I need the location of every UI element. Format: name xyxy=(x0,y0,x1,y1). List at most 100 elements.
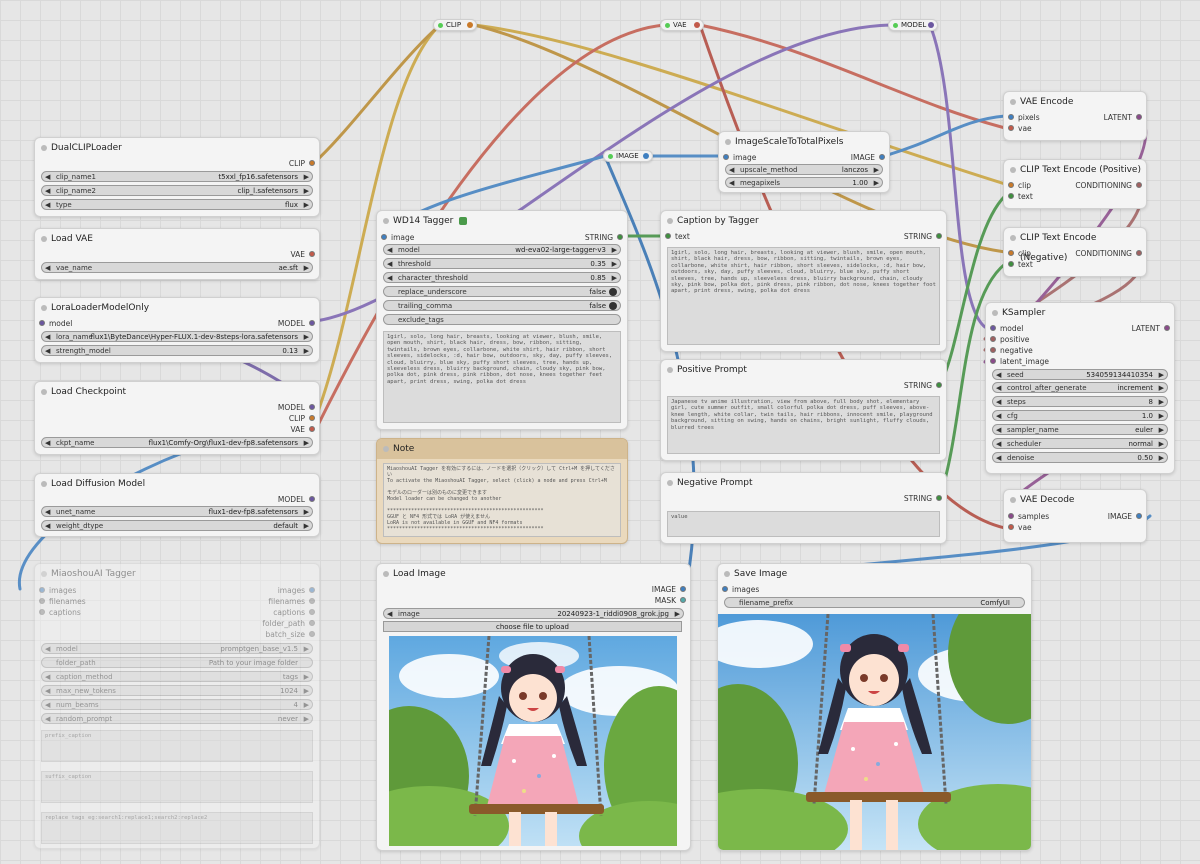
input-text[interactable]: text xyxy=(665,231,690,242)
collapse-dot-icon[interactable] xyxy=(383,571,389,577)
socket-icon[interactable] xyxy=(1008,513,1014,519)
node-title[interactable]: Load Checkpoint xyxy=(35,382,319,402)
node-title[interactable]: Load Image xyxy=(377,564,690,584)
socket-icon[interactable] xyxy=(990,347,996,353)
arrow-right-icon[interactable]: ▶ xyxy=(304,332,309,341)
widget-sampler-name[interactable]: ◀ sampler_name euler ▶ xyxy=(992,424,1168,435)
collapse-dot-icon[interactable] xyxy=(667,480,673,486)
socket-icon[interactable] xyxy=(309,415,315,421)
arrow-left-icon[interactable]: ◀ xyxy=(996,453,1001,462)
socket-icon[interactable] xyxy=(1008,182,1014,188)
replace-tags-textarea[interactable]: replace tags eg:search1:replace1;search2… xyxy=(41,812,313,844)
arrow-right-icon[interactable]: ▶ xyxy=(304,686,309,695)
socket-icon[interactable] xyxy=(1008,114,1014,120)
node-title[interactable]: KSampler xyxy=(986,303,1174,323)
arrow-left-icon[interactable]: ◀ xyxy=(387,245,392,254)
note-textarea[interactable]: MiaoshouAI Tagger を有効にするには、ノードを選択（クリック）し… xyxy=(383,463,621,537)
tagger-output-textarea[interactable]: 1girl, solo, long hair, breasts, looking… xyxy=(383,331,621,423)
output-latent[interactable]: LATENT xyxy=(1132,323,1170,334)
output-model[interactable]: MODEL xyxy=(278,402,315,413)
input-vae[interactable]: vae xyxy=(1008,522,1032,533)
arrow-left-icon[interactable]: ◀ xyxy=(45,200,50,209)
widget-folder-path[interactable]: folder_path Path to your image folder xyxy=(41,657,313,668)
socket-icon[interactable] xyxy=(936,382,942,388)
arrow-right-icon[interactable]: ▶ xyxy=(612,245,617,254)
arrow-left-icon[interactable]: ◀ xyxy=(387,259,392,268)
widget-filename-prefix[interactable]: filename_prefix ComfyUI xyxy=(724,597,1025,608)
input-pixels[interactable]: pixels xyxy=(1008,112,1040,123)
collapse-dot-icon[interactable] xyxy=(41,236,47,242)
arrow-right-icon[interactable]: ▶ xyxy=(612,259,617,268)
vae-socket[interactable] xyxy=(694,22,700,28)
widget-num-beams[interactable]: ◀ num_beams 4 ▶ xyxy=(41,699,313,710)
node-title[interactable]: LoraLoaderModelOnly xyxy=(35,298,319,318)
collapse-dot-icon[interactable] xyxy=(1010,99,1016,105)
socket-icon[interactable] xyxy=(665,233,671,239)
input-clip[interactable]: clip xyxy=(1008,180,1031,191)
arrow-left-icon[interactable]: ◀ xyxy=(45,346,50,355)
node-negative-prompt[interactable]: Negative Prompt STRING value xyxy=(660,472,947,544)
widget-max-new-tokens[interactable]: ◀ max_new_tokens 1024 ▶ xyxy=(41,685,313,696)
arrow-right-icon[interactable]: ▶ xyxy=(1159,439,1164,448)
input-image[interactable]: image xyxy=(723,152,756,163)
node-note[interactable]: Note MiaoshouAI Tagger を有効にするには、ノードを選択（ク… xyxy=(376,438,628,544)
node-title[interactable]: Caption by Tagger xyxy=(661,211,946,231)
arrow-left-icon[interactable]: ◀ xyxy=(45,644,50,653)
socket-icon[interactable] xyxy=(309,620,315,626)
node-load-image[interactable]: Load Image IMAGE MASK ◀ image 20240923-1_r… xyxy=(376,563,691,851)
node-vae-encode[interactable]: VAE Encode pixels vae LATENT xyxy=(1003,91,1147,141)
widget-clip-name2[interactable]: ◀ clip_name2 clip_l.safetensors ▶ xyxy=(41,185,313,196)
toggle-knob-icon[interactable] xyxy=(609,288,617,296)
collapse-dot-icon[interactable] xyxy=(41,481,47,487)
input-text[interactable]: text xyxy=(1008,259,1033,270)
socket-icon[interactable] xyxy=(879,154,885,160)
socket-icon[interactable] xyxy=(617,234,623,240)
widget-exclude-tags[interactable]: exclude_tags xyxy=(383,314,621,325)
collapse-dot-icon[interactable] xyxy=(383,218,389,224)
widget-upscale-method[interactable]: ◀ upscale_method lanczos ▶ xyxy=(725,164,883,175)
output-string[interactable]: STRING xyxy=(904,380,942,391)
arrow-left-icon[interactable]: ◀ xyxy=(996,383,1001,392)
socket-icon[interactable] xyxy=(39,587,45,593)
output-model[interactable]: MODEL xyxy=(278,494,315,505)
widget-clip-name1[interactable]: ◀ clip_name1 t5xxl_fp16.safetensors ▶ xyxy=(41,171,313,182)
collapse-dot-icon[interactable] xyxy=(1010,497,1016,503)
socket-icon[interactable] xyxy=(1136,513,1142,519)
socket-icon[interactable] xyxy=(39,320,45,326)
arrow-left-icon[interactable]: ◀ xyxy=(45,700,50,709)
node-lora-loader[interactable]: LoraLoaderModelOnly model MODEL ◀ lora_na… xyxy=(34,297,320,363)
node-save-image[interactable]: Save Image images filename_prefix ComfyUI xyxy=(717,563,1032,851)
output-conditioning[interactable]: CONDITIONING xyxy=(1075,180,1142,191)
arrow-left-icon[interactable]: ◀ xyxy=(729,178,734,187)
output-string[interactable]: STRING xyxy=(585,232,623,243)
arrow-left-icon[interactable]: ◀ xyxy=(45,263,50,272)
arrow-right-icon[interactable]: ▶ xyxy=(1159,425,1164,434)
collapse-dot-icon[interactable] xyxy=(383,446,389,452)
node-vae-decode[interactable]: VAE Decode samples vae IMAGE xyxy=(1003,489,1147,543)
widget-strength-model[interactable]: ◀ strength_model 0.13 ▶ xyxy=(41,345,313,356)
arrow-left-icon[interactable]: ◀ xyxy=(45,438,50,447)
socket-icon[interactable] xyxy=(1164,325,1170,331)
arrow-right-icon[interactable]: ▶ xyxy=(304,672,309,681)
input-image[interactable]: image xyxy=(381,232,414,243)
prefix-caption-textarea[interactable]: prefix_caption xyxy=(41,730,313,762)
arrow-left-icon[interactable]: ◀ xyxy=(45,672,50,681)
socket-icon[interactable] xyxy=(1008,261,1014,267)
arrow-right-icon[interactable]: ▶ xyxy=(675,609,680,618)
widget-model[interactable]: ◀ model wd-eva02-large-tagger-v3 ▶ xyxy=(383,244,621,255)
socket-icon[interactable] xyxy=(309,404,315,410)
output-images[interactable]: images xyxy=(278,585,315,596)
node-title[interactable]: CLIP Text Encode (Negative) xyxy=(1004,228,1146,263)
arrow-right-icon[interactable]: ▶ xyxy=(304,507,309,516)
input-model[interactable]: model xyxy=(39,318,72,329)
output-folder-path[interactable]: folder_path xyxy=(262,618,315,629)
output-batch-size[interactable]: batch_size xyxy=(266,629,315,640)
output-image[interactable]: IMAGE xyxy=(851,152,885,163)
widget-image-select[interactable]: ◀ image 20240923-1_riddi0908_grok.jpg ▶ xyxy=(383,608,684,619)
collapse-dot-icon[interactable] xyxy=(41,305,47,311)
arrow-left-icon[interactable]: ◀ xyxy=(45,332,50,341)
node-clip-text-encode-positive[interactable]: CLIP Text Encode (Positive) clip text CO… xyxy=(1003,159,1147,209)
output-vae[interactable]: VAE xyxy=(290,249,315,260)
node-load-vae[interactable]: Load VAE VAE ◀ vae_name ae.sft ▶ xyxy=(34,228,320,280)
arrow-left-icon[interactable]: ◀ xyxy=(45,686,50,695)
